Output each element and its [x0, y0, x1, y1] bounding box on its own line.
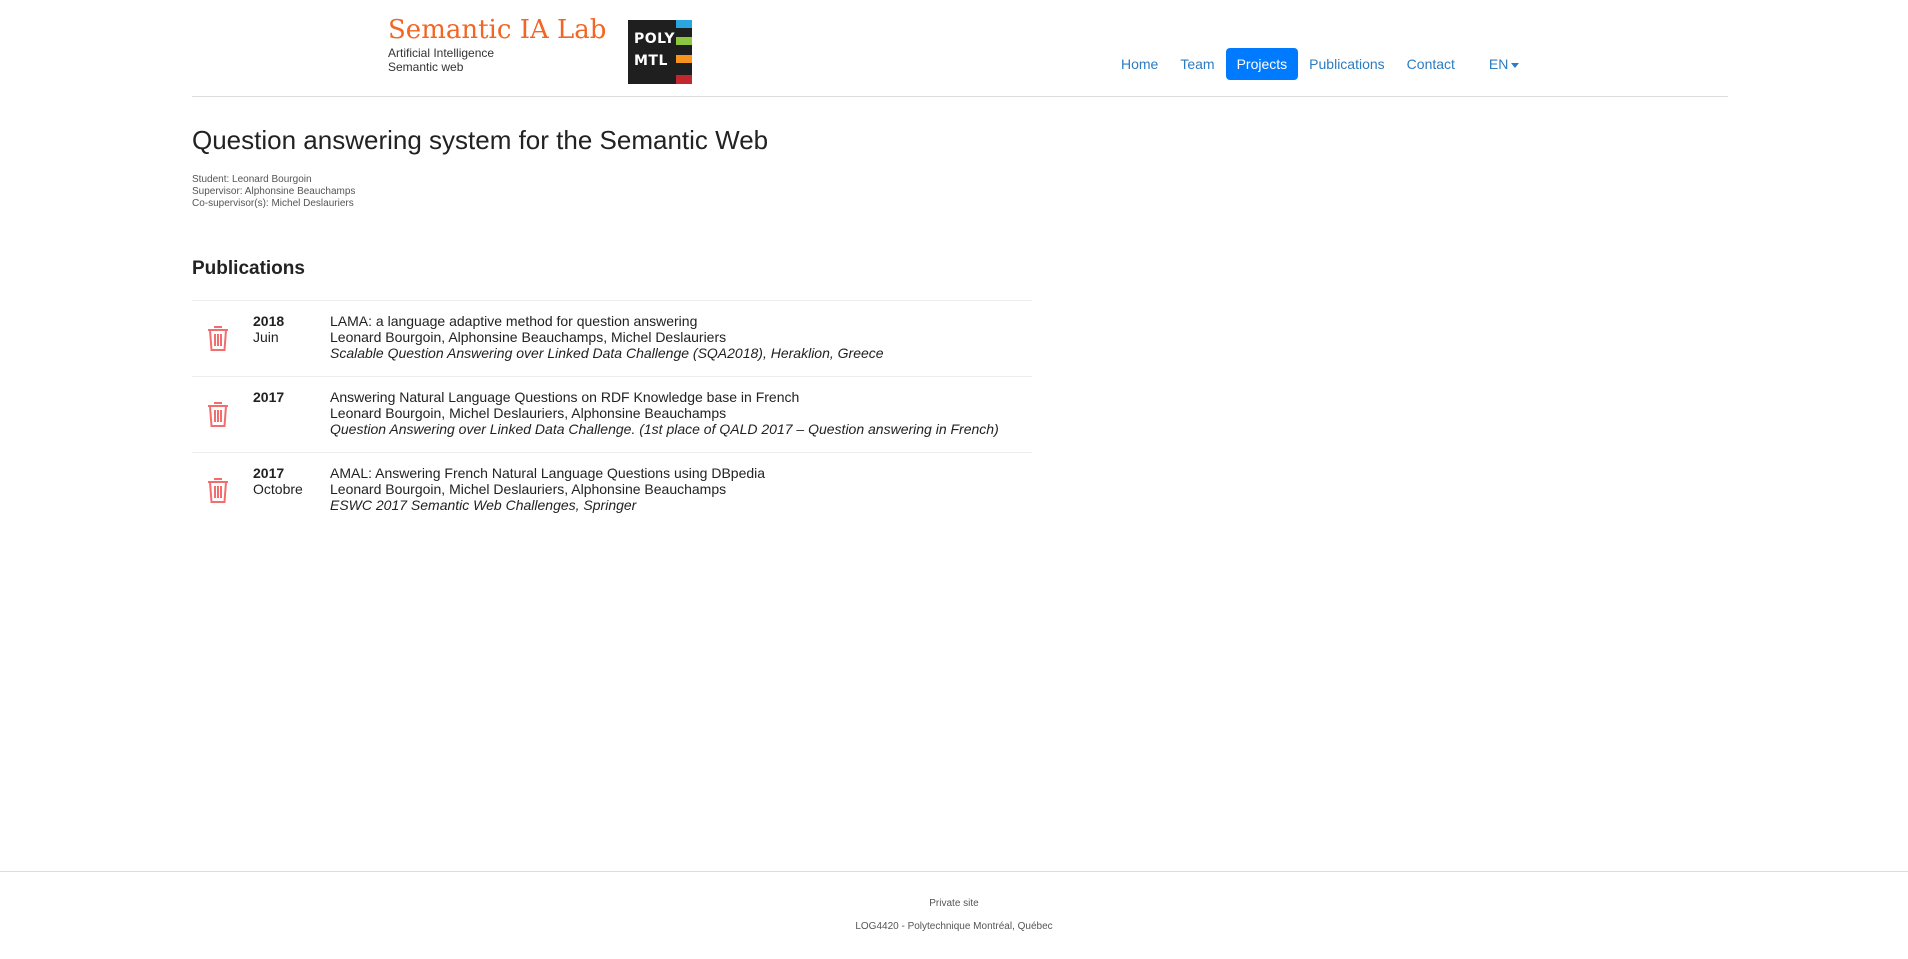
publication-year: 2017: [253, 465, 285, 481]
publication-title: AMAL: Answering French Natural Language …: [330, 465, 766, 481]
nav-home[interactable]: Home: [1110, 48, 1169, 80]
language-label: EN: [1488, 56, 1509, 72]
site-title[interactable]: Semantic IA Lab: [388, 14, 606, 46]
brand[interactable]: Semantic IA Lab Artificial Intelligence …: [388, 14, 606, 74]
publication-authors: Leonard Bourgoin, Michel Deslauriers, Al…: [330, 405, 727, 421]
publication-venue: Scalable Question Answering over Linked …: [330, 345, 884, 361]
footer-private-site: Private site: [929, 898, 979, 909]
logo-bar-blue: [676, 20, 692, 28]
trash-icon[interactable]: [204, 323, 232, 353]
table-row: 2017 Octobre AMAL: Answering French Natu…: [192, 452, 1032, 528]
publication-info: Answering Natural Language Questions on …: [330, 389, 999, 437]
logo-bar-red: [676, 75, 692, 84]
nav-contact[interactable]: Contact: [1396, 48, 1466, 80]
footer-divider: [0, 871, 1908, 872]
page: Semantic IA Lab Artificial Intelligence …: [0, 0, 1908, 959]
site-subtitle-ai: Artificial Intelligence: [388, 46, 495, 60]
publication-month: Juin: [253, 329, 279, 345]
publication-title: Answering Natural Language Questions on …: [330, 389, 800, 405]
main-nav: Home Team Projects Publications Contact …: [1110, 48, 1530, 80]
publication-title: LAMA: a language adaptive method for que…: [330, 313, 698, 329]
site-subtitle-semantic-web: Semantic web: [388, 60, 464, 74]
publication-authors: Leonard Bourgoin, Michel Deslauriers, Al…: [330, 481, 727, 497]
project-meta: Student: Leonard Bourgoin Supervisor: Al…: [192, 174, 355, 210]
publication-year: 2017: [253, 389, 285, 405]
logo-text-poly: POLY: [634, 31, 676, 47]
logo-bar-green: [676, 37, 692, 45]
publication-info: AMAL: Answering French Natural Language …: [330, 465, 765, 513]
logo-bar-orange: [676, 55, 692, 63]
publication-venue: Question Answering over Linked Data Chal…: [330, 421, 999, 437]
publication-date: 2017: [253, 389, 284, 405]
nav-publications[interactable]: Publications: [1298, 48, 1396, 80]
footer-credits: LOG4420 - Polytechnique Montréal, Québec: [855, 921, 1053, 932]
footer: Private site LOG4420 - Polytechnique Mon…: [0, 898, 1908, 933]
trash-icon[interactable]: [204, 475, 232, 505]
polymtl-logo: POLY MTL: [628, 20, 692, 84]
publication-info: LAMA: a language adaptive method for que…: [330, 313, 884, 361]
cosupervisor-line: Co-supervisor(s): Michel Deslauriers: [192, 198, 354, 209]
publication-year: 2018: [253, 313, 285, 329]
publication-date: 2017 Octobre: [253, 465, 303, 497]
caret-down-icon: [1511, 62, 1520, 68]
publications-table: 2018 Juin LAMA: a language adaptive meth…: [192, 300, 1032, 528]
publication-venue: ESWC 2017 Semantic Web Challenges, Sprin…: [330, 497, 637, 513]
header-divider: [192, 96, 1728, 97]
logo-text-mtl: MTL: [634, 53, 668, 69]
publications-heading: Publications: [192, 258, 305, 279]
nav-projects[interactable]: Projects: [1225, 48, 1299, 80]
publication-authors: Leonard Bourgoin, Alphonsine Beauchamps,…: [330, 329, 727, 345]
supervisor-line: Supervisor: Alphonsine Beauchamps: [192, 186, 356, 197]
table-row: 2018 Juin LAMA: a language adaptive meth…: [192, 300, 1032, 376]
page-title: Question answering system for the Semant…: [192, 125, 769, 155]
table-row: 2017 Answering Natural Language Question…: [192, 376, 1032, 452]
language-dropdown[interactable]: EN: [1478, 48, 1530, 80]
publication-date: 2018 Juin: [253, 313, 284, 345]
nav-team[interactable]: Team: [1169, 48, 1225, 80]
trash-icon[interactable]: [204, 399, 232, 429]
student-line: Student: Leonard Bourgoin: [192, 174, 312, 185]
publication-month: Octobre: [253, 481, 303, 497]
